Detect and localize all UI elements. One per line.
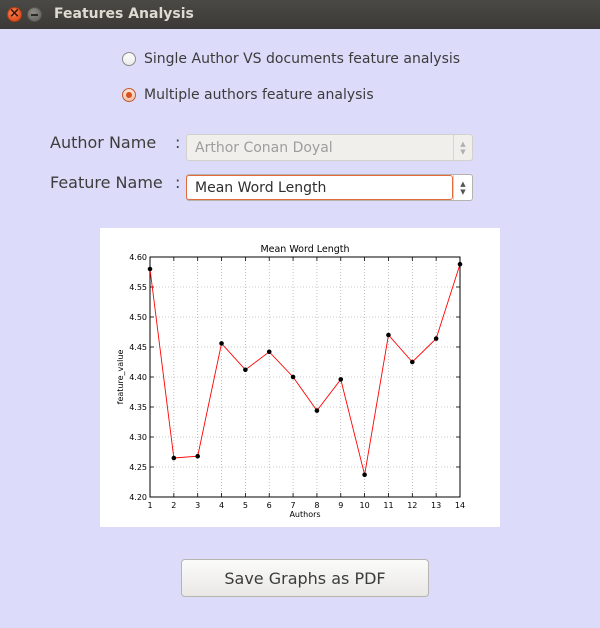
title-bar: Features Analysis [0,0,600,29]
data-point [338,377,344,382]
radio-multiple-authors[interactable]: Multiple authors feature analysis [122,85,374,105]
radio-button[interactable] [122,52,136,66]
x-tick-label: 4 [219,501,224,510]
x-tick-label: 13 [431,501,441,510]
y-tick-label: 4.45 [129,343,147,352]
window-title: Features Analysis [54,6,194,22]
x-tick-label: 8 [314,501,319,510]
x-tick-label: 14 [455,501,465,510]
x-tick-label: 10 [360,501,370,510]
feature-plot: 1 2 3 4 5 6 7 8 9 10 11 12 13 14 4.20 4.25 4.30 4.35 4.40 4… [100,228,500,527]
x-tick-label: 12 [407,501,417,510]
data-point [243,367,248,373]
author-name-colon: : [175,133,181,152]
feature-name-colon: : [175,173,181,192]
data-point [386,332,391,338]
y-tick-label: 4.55 [129,283,147,292]
y-axis-label: feature_value [116,350,125,405]
data-point [362,472,367,478]
data-point [433,336,439,341]
chart-title: Mean Word Length [260,244,349,255]
y-tick-label: 4.25 [129,463,147,472]
author-name-value: Arthor Conan Doyal [195,139,333,156]
x-tick-label: 7 [291,501,296,510]
y-tick-label: 4.50 [129,313,147,322]
minimize-icon[interactable] [27,7,42,22]
x-tick-label: 6 [267,501,272,510]
author-name-label: Author Name [50,133,157,152]
data-point [171,455,177,461]
data-point [290,374,296,380]
radio-single-author[interactable]: Single Author VS documents feature analy… [122,49,460,69]
feature-name-combo[interactable]: Mean Word Length ▲ ▼ [186,174,473,201]
x-tick-label: 9 [338,501,343,510]
close-icon[interactable] [7,6,22,22]
data-point [457,261,463,267]
y-tick-label: 4.30 [129,433,147,442]
author-name-combo: Arthor Conan Doyal ▲ ▼ [186,134,473,161]
radio-single-author-label: Single Author VS documents feature analy… [144,51,461,67]
data-point [314,408,320,413]
save-graphs-pdf-button[interactable]: Save Graphs as PDF [181,559,429,597]
x-tick-label: 2 [171,501,176,510]
data-point [147,266,153,272]
x-tick-label: 11 [383,501,393,510]
feature-name-value[interactable]: Mean Word Length [186,175,453,200]
y-tick-label: 4.20 [129,493,147,502]
y-tick-label: 4.35 [129,403,147,412]
x-tick-label: 1 [147,501,152,510]
feature-name-label: Feature Name [50,173,163,192]
data-point [266,349,272,355]
x-axis-label: Authors [289,510,320,519]
radio-multiple-authors-label: Multiple authors feature analysis [144,87,374,103]
data-point [219,341,224,346]
spin-arrows-icon: ▲ ▼ [453,135,472,160]
plot-frame [149,256,461,498]
data-point [195,453,200,459]
radio-button-checked[interactable] [122,88,136,102]
data-point [410,359,415,365]
x-tick-label: 5 [243,501,248,510]
x-tick-label: 3 [195,501,200,510]
line-chart: 1 2 3 4 5 6 7 8 9 10 11 12 13 144.204.254.304.354.404… [116,244,465,519]
spin-arrows-icon[interactable]: ▲ ▼ [453,175,472,200]
y-tick-label: 4.40 [129,373,147,382]
series-line [149,264,461,475]
y-tick-label: 4.60 [129,253,147,262]
